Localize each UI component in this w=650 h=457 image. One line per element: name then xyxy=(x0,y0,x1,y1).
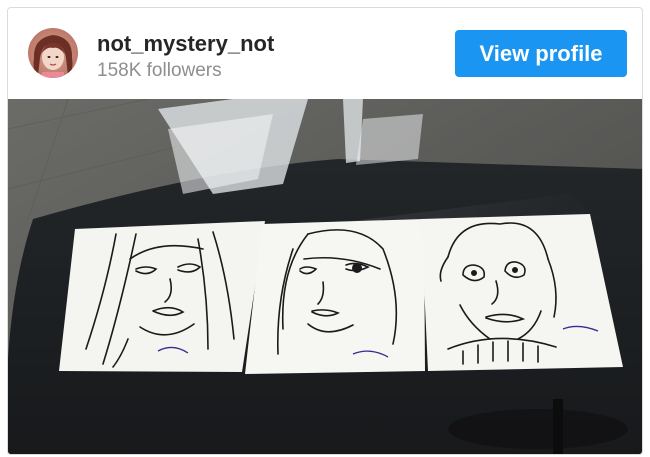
post-photo[interactable] xyxy=(8,98,642,454)
avatar[interactable] xyxy=(28,28,78,78)
post-image xyxy=(8,98,642,454)
follower-count: 158K followers xyxy=(97,60,222,81)
view-profile-button[interactable]: View profile xyxy=(455,30,627,77)
embed-header: not_mystery_not 158K followers View prof… xyxy=(8,8,642,99)
avatar-image xyxy=(28,28,78,78)
username[interactable]: not_mystery_not xyxy=(97,31,274,57)
instagram-embed-card: not_mystery_not 158K followers View prof… xyxy=(7,7,643,455)
